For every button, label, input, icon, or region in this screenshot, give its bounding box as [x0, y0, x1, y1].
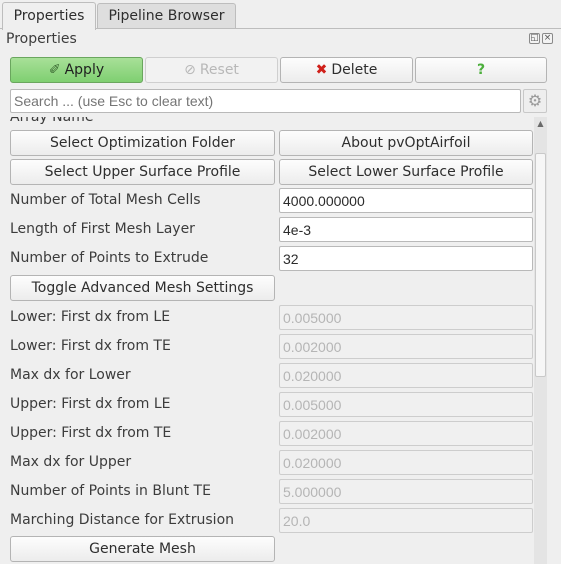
scrollbar-thumb[interactable]	[535, 153, 546, 377]
field-label: Length of First Mesh Layer	[10, 221, 195, 237]
toggle-advanced-button[interactable]: Toggle Advanced Mesh Settings	[10, 275, 275, 301]
total-mesh-cells-input[interactable]	[279, 188, 533, 213]
field-label: Lower: First dx from TE	[10, 338, 171, 354]
properties-content: Array Name Select Optimization Folder Ab…	[0, 117, 534, 564]
gear-icon[interactable]: ⚙	[523, 89, 547, 113]
reset-icon: ⊘	[184, 62, 196, 78]
select-optimization-folder-button[interactable]: Select Optimization Folder	[10, 130, 275, 156]
upper-dx-te-input[interactable]	[279, 421, 533, 446]
field-label: Max dx for Upper	[10, 454, 132, 470]
max-dx-upper-input[interactable]	[279, 450, 533, 475]
apply-button[interactable]: ✐ Apply	[10, 57, 143, 83]
field-label: Upper: First dx from TE	[10, 425, 172, 441]
vertical-scrollbar[interactable]: ▲	[534, 117, 547, 564]
about-button[interactable]: About pvOptAirfoil	[279, 130, 533, 156]
apply-icon: ✐	[48, 62, 61, 78]
max-dx-lower-input[interactable]	[279, 363, 533, 388]
help-button[interactable]: ?	[415, 57, 547, 83]
apply-label: Apply	[64, 62, 105, 78]
field-label: Lower: First dx from LE	[10, 309, 171, 325]
field-label: Marching Distance for Extrusion	[10, 512, 235, 528]
field-label: Upper: First dx from LE	[10, 396, 171, 412]
tab-properties[interactable]: Properties	[2, 2, 96, 30]
blunt-te-points-input[interactable]	[279, 479, 533, 504]
close-icon[interactable]: ×	[542, 33, 553, 44]
delete-button[interactable]: ✖ Delete	[280, 57, 413, 83]
tab-pipeline-browser[interactable]: Pipeline Browser	[97, 3, 236, 28]
float-icon[interactable]: ◱	[529, 33, 540, 44]
lower-dx-te-input[interactable]	[279, 334, 533, 359]
points-to-extrude-input[interactable]	[279, 246, 533, 271]
reset-button[interactable]: ⊘ Reset	[145, 57, 278, 83]
field-label: Number of Points to Extrude	[10, 250, 209, 266]
panel-title: Properties	[6, 31, 77, 47]
select-lower-profile-button[interactable]: Select Lower Surface Profile	[279, 159, 533, 185]
lower-dx-le-input[interactable]	[279, 305, 533, 330]
field-label: Number of Total Mesh Cells	[10, 192, 201, 208]
select-upper-profile-button[interactable]: Select Upper Surface Profile	[10, 159, 275, 185]
upper-dx-le-input[interactable]	[279, 392, 533, 417]
delete-icon: ✖	[315, 62, 328, 78]
search-input[interactable]	[10, 89, 521, 113]
field-label: Number of Points in Blunt TE	[10, 483, 211, 499]
help-icon: ?	[476, 62, 486, 78]
reset-label: Reset	[199, 62, 239, 78]
field-label: Max dx for Lower	[10, 367, 131, 383]
marching-distance-input[interactable]	[279, 508, 533, 533]
array-name-header: Array Name	[10, 117, 94, 125]
delete-label: Delete	[331, 62, 378, 78]
scroll-up-icon[interactable]: ▲	[534, 119, 547, 128]
first-layer-length-input[interactable]	[279, 217, 533, 242]
generate-mesh-button[interactable]: Generate Mesh	[10, 536, 275, 562]
